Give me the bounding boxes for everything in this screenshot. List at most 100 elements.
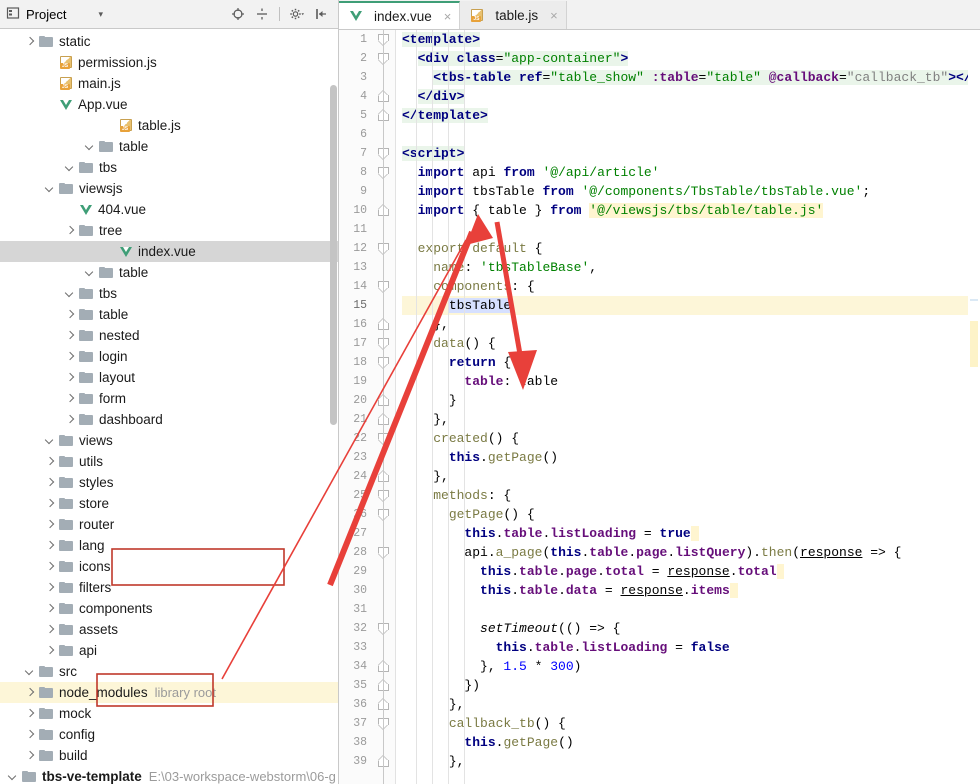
code-line[interactable]: methods: { xyxy=(402,486,980,505)
code-line[interactable]: }, xyxy=(402,467,980,486)
chevron-right-icon[interactable] xyxy=(65,225,76,236)
fold-row[interactable] xyxy=(373,486,395,505)
fold-row[interactable] xyxy=(373,353,395,372)
tree-item-router[interactable]: router xyxy=(0,514,338,535)
chevron-right-icon[interactable] xyxy=(25,687,36,698)
tree-item-main-js[interactable]: main.js xyxy=(0,73,338,94)
code-folding-gutter[interactable] xyxy=(373,30,396,784)
fold-row[interactable] xyxy=(373,448,395,467)
tree-item-nested[interactable]: nested xyxy=(0,325,338,346)
tree-item-login[interactable]: login xyxy=(0,346,338,367)
tree-item-tbs-table[interactable]: table xyxy=(0,262,338,283)
code-editor[interactable]: 1 2 3 4 5 6 7 8 9 10 11 12 13 14 15 16 17 18 19 20 21 22 23 24 2… xyxy=(339,30,980,784)
fold-row[interactable] xyxy=(373,467,395,486)
fold-row[interactable] xyxy=(373,543,395,562)
fold-row[interactable] xyxy=(373,505,395,524)
fold-row[interactable] xyxy=(373,581,395,600)
chevron-right-icon[interactable] xyxy=(45,561,56,572)
fold-row[interactable] xyxy=(373,239,395,258)
code-line[interactable]: <tbs-table ref="table_show" :table="tabl… xyxy=(402,68,980,87)
fold-row[interactable] xyxy=(373,733,395,752)
tree-item-components[interactable]: components xyxy=(0,598,338,619)
fold-row[interactable] xyxy=(373,68,395,87)
chevron-right-icon[interactable] xyxy=(65,414,76,425)
fold-row[interactable] xyxy=(373,391,395,410)
chevron-right-icon[interactable] xyxy=(45,624,56,635)
tree-item-viewsjs-table[interactable]: table xyxy=(0,136,338,157)
tree-item-views[interactable]: views xyxy=(0,430,338,451)
fold-row[interactable] xyxy=(373,410,395,429)
code-line[interactable]: }, xyxy=(402,695,980,714)
fold-row[interactable] xyxy=(373,163,395,182)
code-line[interactable]: }) xyxy=(402,676,980,695)
fold-row[interactable] xyxy=(373,182,395,201)
code-line[interactable]: <template> xyxy=(402,30,980,49)
chevron-right-icon[interactable] xyxy=(45,540,56,551)
tree-item-icons[interactable]: icons xyxy=(0,556,338,577)
fold-row[interactable] xyxy=(373,752,395,771)
code-line[interactable]: <script> xyxy=(402,144,980,163)
fold-row[interactable] xyxy=(373,201,395,220)
chevron-right-icon[interactable] xyxy=(25,36,36,47)
editor-tab-index-vue[interactable]: index.vue × xyxy=(339,1,461,29)
fold-row[interactable] xyxy=(373,49,395,68)
code-line[interactable]: table: table xyxy=(402,372,980,391)
fold-row[interactable] xyxy=(373,562,395,581)
code-line[interactable]: }, 1.5 * 300) xyxy=(402,657,980,676)
code-line[interactable]: components: { xyxy=(402,277,980,296)
fold-row[interactable] xyxy=(373,296,395,315)
code-line[interactable]: this.getPage() xyxy=(402,733,980,752)
fold-row[interactable] xyxy=(373,676,395,695)
code-line[interactable]: api.a_page(this.table.page.listQuery).th… xyxy=(402,543,980,562)
code-line[interactable]: this.getPage() xyxy=(402,448,980,467)
chevron-right-icon[interactable] xyxy=(65,351,76,362)
code-line[interactable]: import { table } from '@/viewsjs/tbs/tab… xyxy=(402,201,980,220)
code-line[interactable]: this.table.listLoading = false xyxy=(402,638,980,657)
code-line[interactable]: import tbsTable from '@/components/TbsTa… xyxy=(402,182,980,201)
tree-item-config[interactable]: config xyxy=(0,724,338,745)
chevron-right-icon[interactable] xyxy=(45,498,56,509)
tree-item-viewsjs[interactable]: viewsjs xyxy=(0,178,338,199)
fold-row[interactable] xyxy=(373,315,395,334)
code-line[interactable]: data() { xyxy=(402,334,980,353)
chevron-down-icon[interactable] xyxy=(45,435,56,446)
fold-row[interactable] xyxy=(373,372,395,391)
tree-item-dashboard[interactable]: dashboard xyxy=(0,409,338,430)
code-line[interactable]: }, xyxy=(402,315,980,334)
code-line[interactable] xyxy=(402,125,980,144)
tree-item-form[interactable]: form xyxy=(0,388,338,409)
code-line[interactable] xyxy=(402,220,980,239)
tree-scrollbar[interactable] xyxy=(329,29,338,784)
fold-row[interactable] xyxy=(373,619,395,638)
chevron-right-icon[interactable] xyxy=(25,708,36,719)
code-line[interactable]: } xyxy=(402,391,980,410)
tree-item-filters[interactable]: filters xyxy=(0,577,338,598)
fold-row[interactable] xyxy=(373,258,395,277)
fold-row[interactable] xyxy=(373,125,395,144)
tree-item-static[interactable]: static xyxy=(0,31,338,52)
tree-item-404-vue[interactable]: 404.vue xyxy=(0,199,338,220)
chevron-right-icon[interactable] xyxy=(25,750,36,761)
tree-item-styles[interactable]: styles xyxy=(0,472,338,493)
editor-tab-table-js[interactable]: table.js × xyxy=(460,1,567,29)
code-line[interactable]: this.table.data = response.items xyxy=(402,581,980,600)
chevron-down-icon[interactable] xyxy=(8,771,19,782)
tree-item-assets[interactable]: assets xyxy=(0,619,338,640)
editor-vertical-scrollbar[interactable] xyxy=(968,59,980,784)
collapse-all-icon[interactable] xyxy=(251,3,273,25)
code-line[interactable]: <div class="app-container"> xyxy=(402,49,980,68)
fold-row[interactable] xyxy=(373,334,395,353)
fold-row[interactable] xyxy=(373,657,395,676)
fold-row[interactable] xyxy=(373,600,395,619)
code-line[interactable]: this.table.listLoading = true xyxy=(402,524,980,543)
settings-gear-icon[interactable] xyxy=(286,3,308,25)
project-file-tree[interactable]: static permission.js main.js App.vue table.j… xyxy=(0,29,338,784)
close-icon[interactable]: × xyxy=(550,9,558,22)
chevron-down-icon[interactable] xyxy=(65,288,76,299)
fold-row[interactable] xyxy=(373,695,395,714)
fold-row[interactable] xyxy=(373,638,395,657)
tree-item-table[interactable]: table xyxy=(0,304,338,325)
locate-icon[interactable] xyxy=(227,3,249,25)
tree-item-viewsjs-tbs[interactable]: tbs xyxy=(0,157,338,178)
chevron-down-icon[interactable] xyxy=(45,183,56,194)
